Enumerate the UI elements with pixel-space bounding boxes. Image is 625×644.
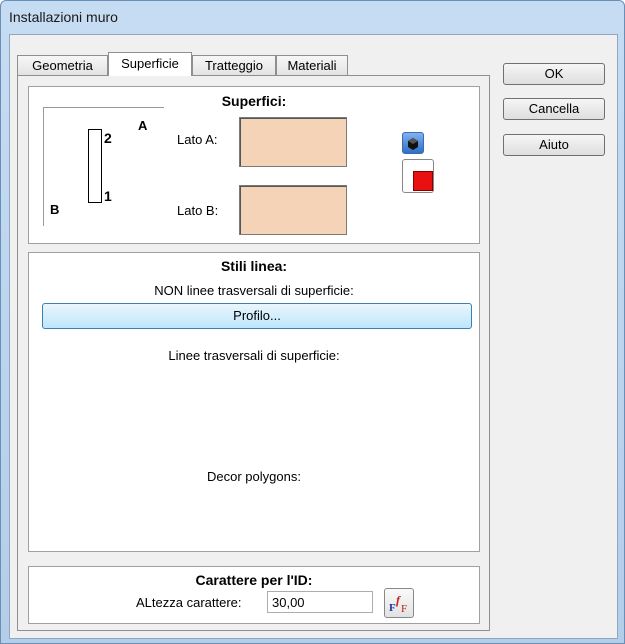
tab-materiali[interactable]: Materiali (276, 55, 348, 75)
line-styles-heading: Stili linea: (220, 258, 288, 274)
wall-mark-a: A (138, 118, 148, 133)
svg-text:F: F (401, 603, 407, 615)
help-button[interactable]: Aiuto (503, 134, 605, 156)
font-height-input[interactable] (267, 591, 373, 613)
window-title: Installazioni muro (9, 9, 118, 25)
side-b-color-swatch[interactable] (239, 185, 347, 235)
decor-polygons-label: Decor polygons: (207, 469, 301, 484)
profile-button[interactable]: Profilo... (42, 303, 472, 329)
side-a-color-swatch[interactable] (239, 117, 347, 167)
wall-side-diagram: 2 A B 1 (43, 107, 164, 226)
id-font-heading: Carattere per l'ID: (195, 572, 313, 588)
transversal-label: Linee trasversali di superficie: (168, 348, 340, 363)
wall-mark-1: 1 (104, 188, 112, 204)
side-b-label: Lato B: (177, 203, 219, 218)
tab-panel-superficie: Superfici: 2 A B 1 Lato A: Lato B: Stili… (17, 75, 490, 631)
tab-superficie[interactable]: Superficie (108, 52, 192, 76)
wall-mark-2: 2 (104, 130, 112, 146)
dialog-client: Geometria Superficie Tratteggio Material… (9, 34, 618, 639)
non-transversal-label: NON linee trasversali di superficie: (154, 283, 354, 298)
cube-3d-icon[interactable] (402, 132, 424, 154)
font-height-label: ALtezza carattere: (136, 595, 242, 610)
cancel-button[interactable]: Cancella (503, 98, 605, 120)
wall-mark-b: B (50, 202, 60, 217)
side-a-label: Lato A: (177, 132, 218, 147)
ok-button[interactable]: OK (503, 63, 605, 85)
title-bar[interactable]: Installazioni muro (1, 1, 624, 33)
line-styles-group: Stili linea: NON linee trasversali di su… (28, 252, 480, 552)
material-color-icon[interactable] (402, 159, 434, 193)
id-font-group: Carattere per l'ID: ALtezza carattere: F… (28, 566, 480, 624)
svg-text:F: F (389, 602, 396, 614)
dialog-window: Installazioni muro Geometria Superficie … (0, 0, 625, 644)
tab-tratteggio[interactable]: Tratteggio (192, 55, 276, 75)
font-settings-icon[interactable]: F f F (384, 588, 414, 618)
tab-geometria[interactable]: Geometria (17, 55, 108, 75)
wall-shape (88, 129, 102, 203)
surfaces-group: Superfici: 2 A B 1 Lato A: Lato B: (28, 86, 480, 244)
